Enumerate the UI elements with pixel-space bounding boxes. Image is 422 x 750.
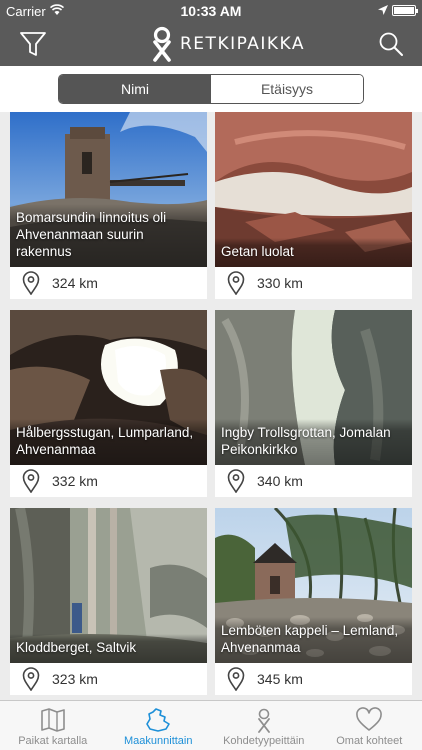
place-photo: Ingby Trollsgrottan, Jomalan Peikonkirkk…	[215, 310, 412, 465]
places-grid: Bomarsundin linnoitus oli Ahvenanmaan su…	[0, 112, 422, 700]
place-card[interactable]: Lemböten kappeli – Lemland, Ahvenanmaa 3…	[215, 508, 412, 695]
place-name: Kloddberget, Saltvik	[16, 640, 137, 655]
location-pin-icon	[22, 469, 40, 493]
place-distance: 340 km	[257, 473, 303, 489]
filter-icon[interactable]	[18, 29, 48, 59]
sort-segmented-control: Nimi Etäisyys	[58, 74, 364, 104]
place-distance: 323 km	[52, 671, 98, 687]
place-name: Getan luolat	[221, 244, 294, 259]
sort-by-name-tab[interactable]: Nimi	[59, 75, 211, 103]
place-photo: Bomarsundin linnoitus oli Ahvenanmaan su…	[10, 112, 207, 267]
place-distance: 330 km	[257, 275, 303, 291]
place-card[interactable]: Kloddberget, Saltvik 323 km	[10, 508, 207, 695]
place-photo: Lemböten kappeli – Lemland, Ahvenanmaa	[215, 508, 412, 663]
location-pin-icon	[227, 469, 245, 493]
place-meta: 345 km	[215, 663, 412, 695]
tab-label: Omat kohteet	[336, 735, 403, 747]
region-icon	[146, 708, 171, 732]
location-pin-icon	[22, 667, 40, 691]
tab-bar: Paikat kartalla Maakunnittain Kohdetyype…	[0, 700, 422, 750]
place-distance: 332 km	[52, 473, 98, 489]
place-card[interactable]: Bomarsundin linnoitus oli Ahvenanmaan su…	[10, 112, 207, 299]
category-icon	[257, 708, 270, 733]
tab-categories[interactable]: Kohdetyypeittäin	[211, 701, 317, 750]
place-photo: Kloddberget, Saltvik	[10, 508, 207, 663]
location-pin-icon	[22, 271, 40, 295]
search-icon[interactable]	[376, 29, 406, 59]
place-card[interactable]: Hålbergsstugan, Lumparland, Ahvenanmaa 3…	[10, 310, 207, 497]
nav-bar: RETKIPAIKKA	[0, 22, 422, 66]
place-meta: 340 km	[215, 465, 412, 497]
location-pin-icon	[227, 271, 245, 295]
tab-favorites[interactable]: Omat kohteet	[317, 701, 422, 750]
location-arrow-icon	[378, 5, 388, 15]
tab-map[interactable]: Paikat kartalla	[0, 701, 106, 750]
place-photo: Hålbergsstugan, Lumparland, Ahvenanmaa	[10, 310, 207, 465]
clock: 10:33 AM	[180, 3, 242, 19]
tab-label: Maakunnittain	[124, 735, 193, 747]
map-icon	[40, 708, 65, 732]
place-name: Ingby Trollsgrottan, Jomalan Peikonkirkk…	[221, 425, 391, 457]
logo-mark-icon	[153, 26, 171, 62]
place-card[interactable]: Getan luolat 330 km	[215, 112, 412, 299]
tab-label: Paikat kartalla	[18, 735, 88, 747]
place-name: Hålbergsstugan, Lumparland, Ahvenanmaa	[16, 425, 194, 457]
location-pin-icon	[227, 667, 245, 691]
sort-bar: Nimi Etäisyys	[0, 66, 422, 112]
place-name: Lemböten kappeli – Lemland, Ahvenanmaa	[221, 623, 399, 655]
place-meta: 332 km	[10, 465, 207, 497]
battery-icon	[392, 5, 418, 16]
place-distance: 324 km	[52, 275, 98, 291]
tab-regions[interactable]: Maakunnittain	[106, 701, 212, 750]
place-distance: 345 km	[257, 671, 303, 687]
place-meta: 324 km	[10, 267, 207, 299]
status-bar: Carrier 10:33 AM	[0, 0, 422, 22]
place-meta: 323 km	[10, 663, 207, 695]
heart-icon	[356, 707, 383, 731]
tab-label: Kohdetyypeittäin	[223, 735, 305, 747]
place-name: Bomarsundin linnoitus oli Ahvenanmaan su…	[16, 210, 167, 259]
place-card[interactable]: Ingby Trollsgrottan, Jomalan Peikonkirkk…	[215, 310, 412, 497]
place-meta: 330 km	[215, 267, 412, 299]
place-photo: Getan luolat	[215, 112, 412, 267]
sort-by-distance-tab[interactable]: Etäisyys	[211, 75, 363, 103]
logo-text: RETKIPAIKKA	[180, 34, 306, 54]
app-logo: RETKIPAIKKA	[150, 25, 304, 63]
